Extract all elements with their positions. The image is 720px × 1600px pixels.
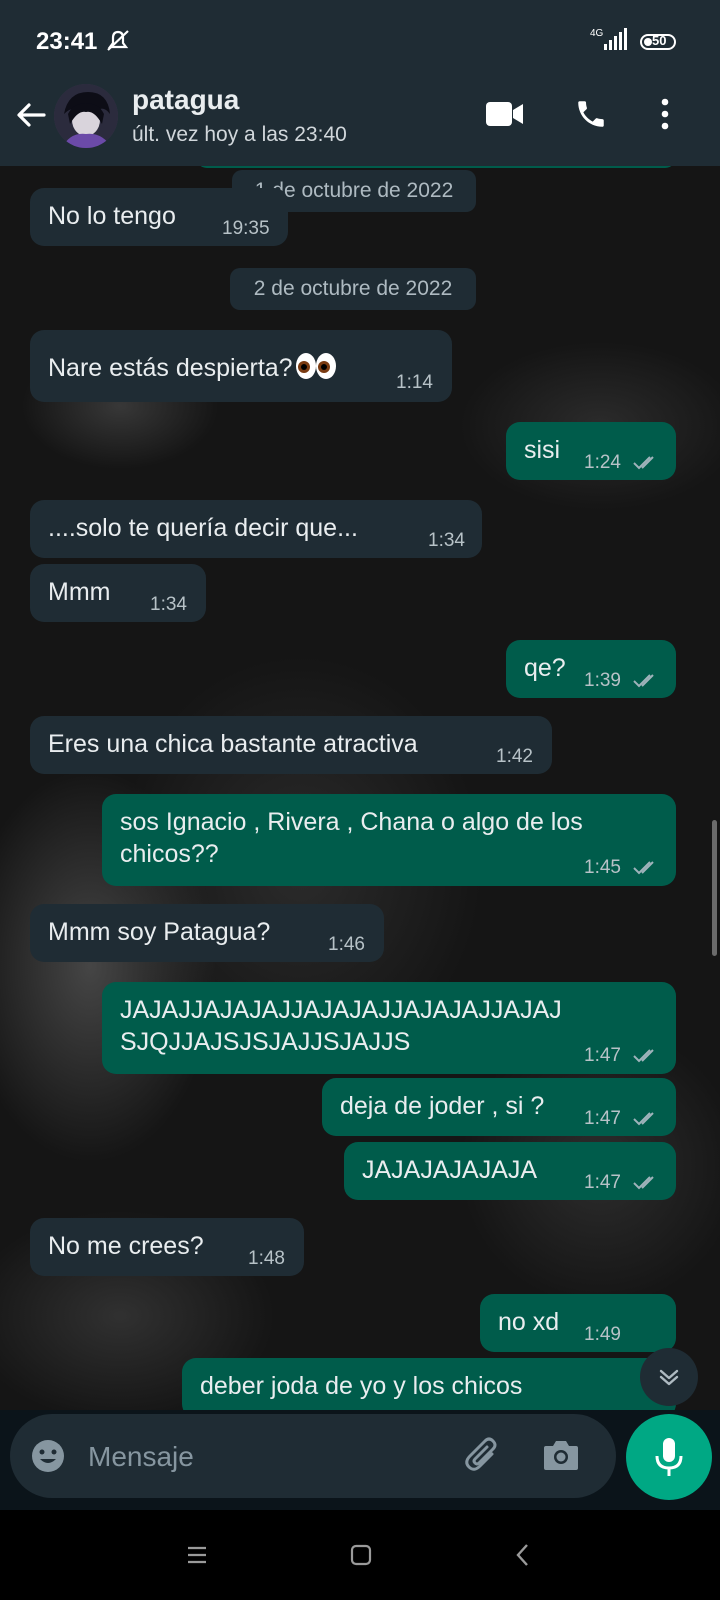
message-text-line: chicos?? [120, 840, 219, 868]
message-time: 1:45 [584, 857, 621, 878]
mic-button[interactable] [626, 1414, 712, 1500]
message-text: deja de joder , si ? [340, 1092, 545, 1120]
message-time: 1:47 [584, 1172, 621, 1193]
message-text-line: JAJAJJAJAJAJJAJAJAJJAJAJAJJAJAJ [120, 996, 562, 1024]
message-text: Mmm [48, 578, 111, 606]
message-outgoing[interactable]: qe? 1:39 [506, 640, 676, 698]
message-incoming[interactable]: No lo tengo 19:35 [30, 188, 288, 246]
message-text: Eres una chica bastante atractiva [48, 730, 418, 758]
message-outgoing[interactable]: JAJAJJAJAJAJJAJAJAJJAJAJAJJAJAJ SJQJJAJS… [102, 982, 676, 1074]
emoji-icon[interactable] [30, 1438, 66, 1474]
message-text: Mmm soy Patagua? [48, 918, 271, 946]
system-nav-bar [0, 1510, 720, 1600]
video-call-icon[interactable] [486, 101, 524, 127]
read-ticks-icon [633, 1049, 654, 1063]
message-time: 1:47 [584, 1045, 621, 1066]
camera-icon[interactable] [542, 1438, 580, 1472]
message-time: 1:34 [150, 594, 187, 615]
date-separator: 2 de octubre de 2022 [230, 268, 476, 310]
read-ticks-icon [633, 861, 654, 875]
message-time: 1:47 [584, 1108, 621, 1129]
message-input[interactable]: Mensaje [88, 1441, 194, 1473]
message-time: 1:14 [396, 372, 433, 393]
message-text: JAJAJAJAJAJA [362, 1156, 538, 1184]
chevron-down-icon [659, 1369, 679, 1386]
message-outgoing[interactable]: sisi 1:24 [506, 422, 676, 480]
battery-icon: 50 [640, 33, 676, 50]
message-incoming[interactable]: Nare estás despierta? 1:14 [30, 330, 452, 402]
message-outgoing[interactable]: sos Ignacio , Rivera , Chana o algo de l… [102, 794, 676, 886]
scrollbar[interactable] [712, 820, 717, 956]
message-text: No me crees? [48, 1232, 204, 1260]
message-outgoing[interactable]: no xd 1:49 [480, 1294, 676, 1352]
more-vert-icon[interactable] [658, 98, 672, 130]
message-time: 1:34 [428, 530, 465, 551]
read-ticks-icon [633, 1176, 654, 1190]
read-ticks-icon [633, 1112, 654, 1126]
message-incoming[interactable]: No me crees? 1:48 [30, 1218, 304, 1276]
message-incoming[interactable]: Mmm 1:34 [30, 564, 206, 622]
message-outgoing[interactable]: deber joda de yo y los chicos [182, 1358, 676, 1410]
phone-icon[interactable] [574, 97, 608, 131]
eyes-emoji [295, 352, 337, 387]
status-time: 23:41 [36, 28, 98, 55]
message-incoming[interactable]: ....solo te quería decir que... 1:34 [30, 500, 482, 558]
avatar[interactable] [54, 84, 118, 148]
message-incoming[interactable]: Eres una chica bastante atractiva 1:42 [30, 716, 552, 774]
recents-menu-icon[interactable] [186, 1544, 208, 1566]
message-text: sisi [524, 436, 561, 464]
scroll-to-bottom-button[interactable] [640, 1348, 698, 1406]
message-outgoing[interactable]: deja de joder , si ? 1:47 [322, 1078, 676, 1136]
back-arrow-icon[interactable] [14, 98, 48, 132]
message-time: 1:49 [584, 1324, 621, 1345]
svg-text:4G: 4G [590, 28, 604, 39]
message-time: 1:42 [496, 746, 533, 767]
message-time: 1:39 [584, 670, 621, 691]
attach-icon[interactable] [462, 1434, 504, 1476]
message-time: 1:46 [328, 934, 365, 955]
message-time: 1:48 [248, 1248, 285, 1269]
signal-icon: 4G [590, 26, 630, 57]
status-bar: 23:41 4G 50 [0, 0, 720, 80]
message-text: no xd [498, 1308, 560, 1336]
message-composer[interactable]: Mensaje [10, 1414, 616, 1498]
message-text: ....solo te quería decir que... [48, 514, 358, 542]
message-incoming[interactable]: Mmm soy Patagua? 1:46 [30, 904, 384, 962]
last-seen-status: últ. vez hoy a las 23:40 [132, 123, 347, 146]
back-nav-icon[interactable] [514, 1542, 532, 1568]
read-ticks-icon [633, 674, 654, 688]
home-icon[interactable] [350, 1544, 372, 1566]
message-bubble-partial [196, 166, 676, 168]
mic-icon [655, 1438, 683, 1476]
message-time: 1:24 [584, 452, 621, 473]
message-text: deber joda de yo y los chicos [200, 1372, 523, 1400]
mute-bell-icon [107, 30, 129, 51]
read-ticks-icon [633, 456, 654, 470]
message-time: 19:35 [222, 218, 270, 239]
message-text-line: sos Ignacio , Rivera , Chana o algo de l… [120, 808, 583, 836]
chat-area[interactable]: 1 de octubre de 2022 No lo tengo 19:35 2… [0, 166, 720, 1410]
message-text: No lo tengo [48, 202, 176, 230]
message-outgoing[interactable]: JAJAJAJAJAJA 1:47 [344, 1142, 676, 1200]
contact-name[interactable]: patagua [132, 84, 239, 116]
message-text: qe? [524, 654, 566, 682]
message-text-line: SJQJJAJSJSJAJJSJAJJS [120, 1028, 411, 1056]
message-text: Nare estás despierta? [48, 352, 337, 387]
